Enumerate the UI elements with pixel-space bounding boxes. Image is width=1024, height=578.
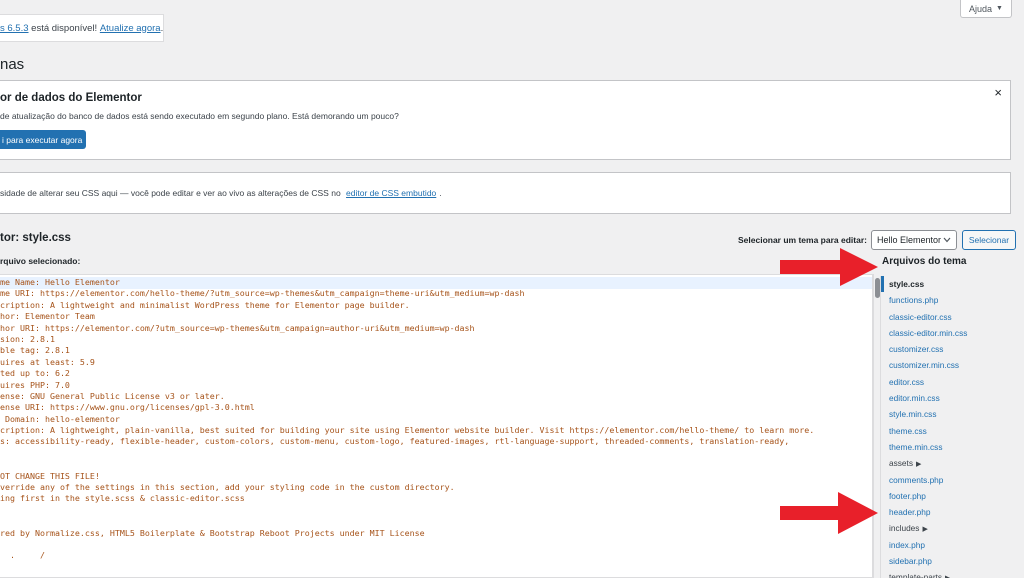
theme-folder-item[interactable]: includes ▶ bbox=[881, 520, 1024, 536]
file-item-label: sidebar.php bbox=[889, 556, 932, 567]
version-link[interactable]: s 6.5.3 bbox=[0, 23, 29, 34]
file-item-label: theme.css bbox=[889, 425, 927, 436]
code-lines: me Name: Hello Elementor me URI: https://… bbox=[0, 277, 814, 562]
theme-files-list: style.css functions.php classic-editor.css… bbox=[880, 276, 1024, 578]
theme-files-title: Arquivos do tema bbox=[882, 256, 967, 267]
selected-file-label: rquivo selecionado: bbox=[0, 256, 81, 266]
theme-folder-item[interactable]: template-parts▶ bbox=[881, 569, 1024, 578]
help-button[interactable]: Ajuda ▼ bbox=[960, 0, 1012, 18]
file-item-label: editor.css bbox=[889, 376, 925, 387]
file-item-label: header.php bbox=[889, 507, 931, 518]
theme-file-item[interactable]: footer.php bbox=[881, 488, 1024, 504]
file-item-label: template-parts bbox=[889, 572, 943, 578]
expand-arrow-icon: ▶ bbox=[922, 526, 928, 534]
css-notice-suffix: . bbox=[439, 188, 442, 198]
file-item-label: style.min.css bbox=[889, 409, 937, 420]
file-item-label: comments.php bbox=[889, 474, 944, 485]
file-item-label: assets bbox=[889, 458, 913, 469]
theme-files-panel: Arquivos do tema style.css functions.php c… bbox=[880, 256, 1024, 578]
annotation-arrow-icon bbox=[780, 248, 878, 286]
file-item-label: theme.min.css bbox=[889, 441, 943, 452]
file-item-label: classic-editor.css bbox=[889, 311, 952, 322]
code-line: me URI: https://elementor.com/hello-them… bbox=[0, 288, 525, 299]
code-line: me Name: Hello Elementor bbox=[0, 277, 120, 287]
annotation-arrow-icon bbox=[780, 492, 878, 534]
code-line: ble tag: 2.8.1 bbox=[0, 345, 70, 356]
chevron-down-icon bbox=[943, 237, 951, 243]
file-item-label: customizer.min.css bbox=[889, 360, 960, 371]
select-button[interactable]: Selecionar bbox=[961, 230, 1016, 250]
theme-file-item[interactable]: comments.php bbox=[881, 472, 1024, 488]
code-line: ense URI: https://www.gnu.org/licenses/g… bbox=[0, 402, 255, 413]
file-item-label: functions.php bbox=[889, 295, 939, 306]
close-icon[interactable]: × bbox=[994, 85, 1002, 100]
theme-select-value: Hello Elementor bbox=[876, 235, 941, 245]
theme-file-item[interactable]: classic-editor.css bbox=[881, 309, 1024, 325]
caret-down-icon: ▼ bbox=[996, 5, 1003, 12]
theme-select[interactable]: Hello Elementor bbox=[870, 230, 957, 250]
update-now-link[interactable]: Atualize agora bbox=[100, 23, 161, 34]
theme-file-item[interactable]: editor.min.css bbox=[881, 390, 1024, 406]
theme-file-item[interactable]: theme.min.css bbox=[881, 439, 1024, 455]
code-line: s: accessibility-ready, flexible-header,… bbox=[0, 436, 790, 447]
help-label: Ajuda bbox=[969, 3, 993, 14]
file-item-label: style.css bbox=[889, 279, 925, 289]
code-line: hor URI: https://elementor.com/?utm_sour… bbox=[0, 322, 475, 333]
theme-file-item[interactable]: functions.php bbox=[881, 292, 1024, 308]
code-line: uires PHP: 7.0 bbox=[0, 379, 70, 390]
theme-file-item[interactable]: customizer.min.css bbox=[881, 357, 1024, 373]
code-line: red by Normalize.css, HTML5 Boilerplate … bbox=[0, 527, 425, 538]
page-title: nas bbox=[0, 56, 25, 73]
code-line: sion: 2.8.1 bbox=[0, 333, 55, 344]
theme-file-item[interactable]: style.min.css bbox=[881, 406, 1024, 422]
editor-title: tor: style.css bbox=[0, 232, 71, 244]
code-line: ing first in the style.scss & classic-ed… bbox=[0, 493, 245, 504]
file-item-label: footer.php bbox=[889, 490, 926, 501]
code-line: hor: Elementor Team bbox=[0, 311, 95, 322]
update-notice: s 6.5.3 está disponível! Atualize agora … bbox=[0, 14, 164, 42]
theme-folder-item[interactable]: assets ▶ bbox=[881, 455, 1024, 471]
theme-file-item[interactable]: customizer.css bbox=[881, 341, 1024, 357]
theme-file-item[interactable]: header.php bbox=[881, 504, 1024, 520]
theme-file-item[interactable]: editor.css bbox=[881, 374, 1024, 390]
theme-file-item[interactable]: style.css bbox=[881, 276, 1024, 293]
theme-file-item[interactable]: classic-editor.min.css bbox=[881, 325, 1024, 341]
code-line: ted up to: 6.2 bbox=[0, 368, 70, 379]
code-line: ense: GNU General Public License v3 or l… bbox=[0, 390, 225, 401]
code-line: cription: A lightweight, plain-vanilla, … bbox=[0, 425, 815, 436]
code-editor[interactable]: me Name: Hello Elementor me URI: https://… bbox=[0, 274, 873, 578]
theme-file-item[interactable]: sidebar.php bbox=[881, 553, 1024, 569]
css-notice-text: sidade de alterar seu CSS aqui — você po… bbox=[0, 188, 344, 198]
file-item-label: index.php bbox=[889, 539, 925, 550]
theme-file-item[interactable]: index.php bbox=[881, 537, 1024, 553]
update-notice-text: está disponível! bbox=[28, 22, 100, 34]
css-editor-link[interactable]: editor de CSS embutido bbox=[346, 188, 436, 198]
expand-arrow-icon: ▶ bbox=[915, 461, 922, 469]
update-notice-suffix: . bbox=[160, 22, 164, 34]
run-now-button[interactable]: i para executar agora bbox=[0, 130, 86, 149]
notice-message: de atualização do banco de dados está se… bbox=[0, 111, 399, 121]
notice-title: or de dados do Elementor bbox=[0, 92, 142, 104]
file-item-label: classic-editor.min.css bbox=[889, 327, 968, 338]
code-line: Domain: hello-elementor bbox=[0, 413, 120, 424]
file-item-label: editor.min.css bbox=[889, 393, 940, 404]
css-editor-notice: sidade de alterar seu CSS aqui — você po… bbox=[0, 172, 1011, 214]
file-item-label: includes bbox=[889, 523, 920, 534]
code-line: uires at least: 5.9 bbox=[0, 356, 95, 367]
code-line: . / bbox=[0, 550, 45, 561]
file-item-label: customizer.css bbox=[889, 344, 944, 355]
code-line: OT CHANGE THIS FILE! bbox=[0, 470, 100, 481]
elementor-db-notice: or de dados do Elementor de atualização … bbox=[0, 80, 1011, 160]
theme-file-item[interactable]: theme.css bbox=[881, 423, 1024, 439]
code-line: verride any of the settings in this sect… bbox=[0, 482, 455, 493]
code-line: cription: A lightweight and minimalist W… bbox=[0, 299, 410, 310]
